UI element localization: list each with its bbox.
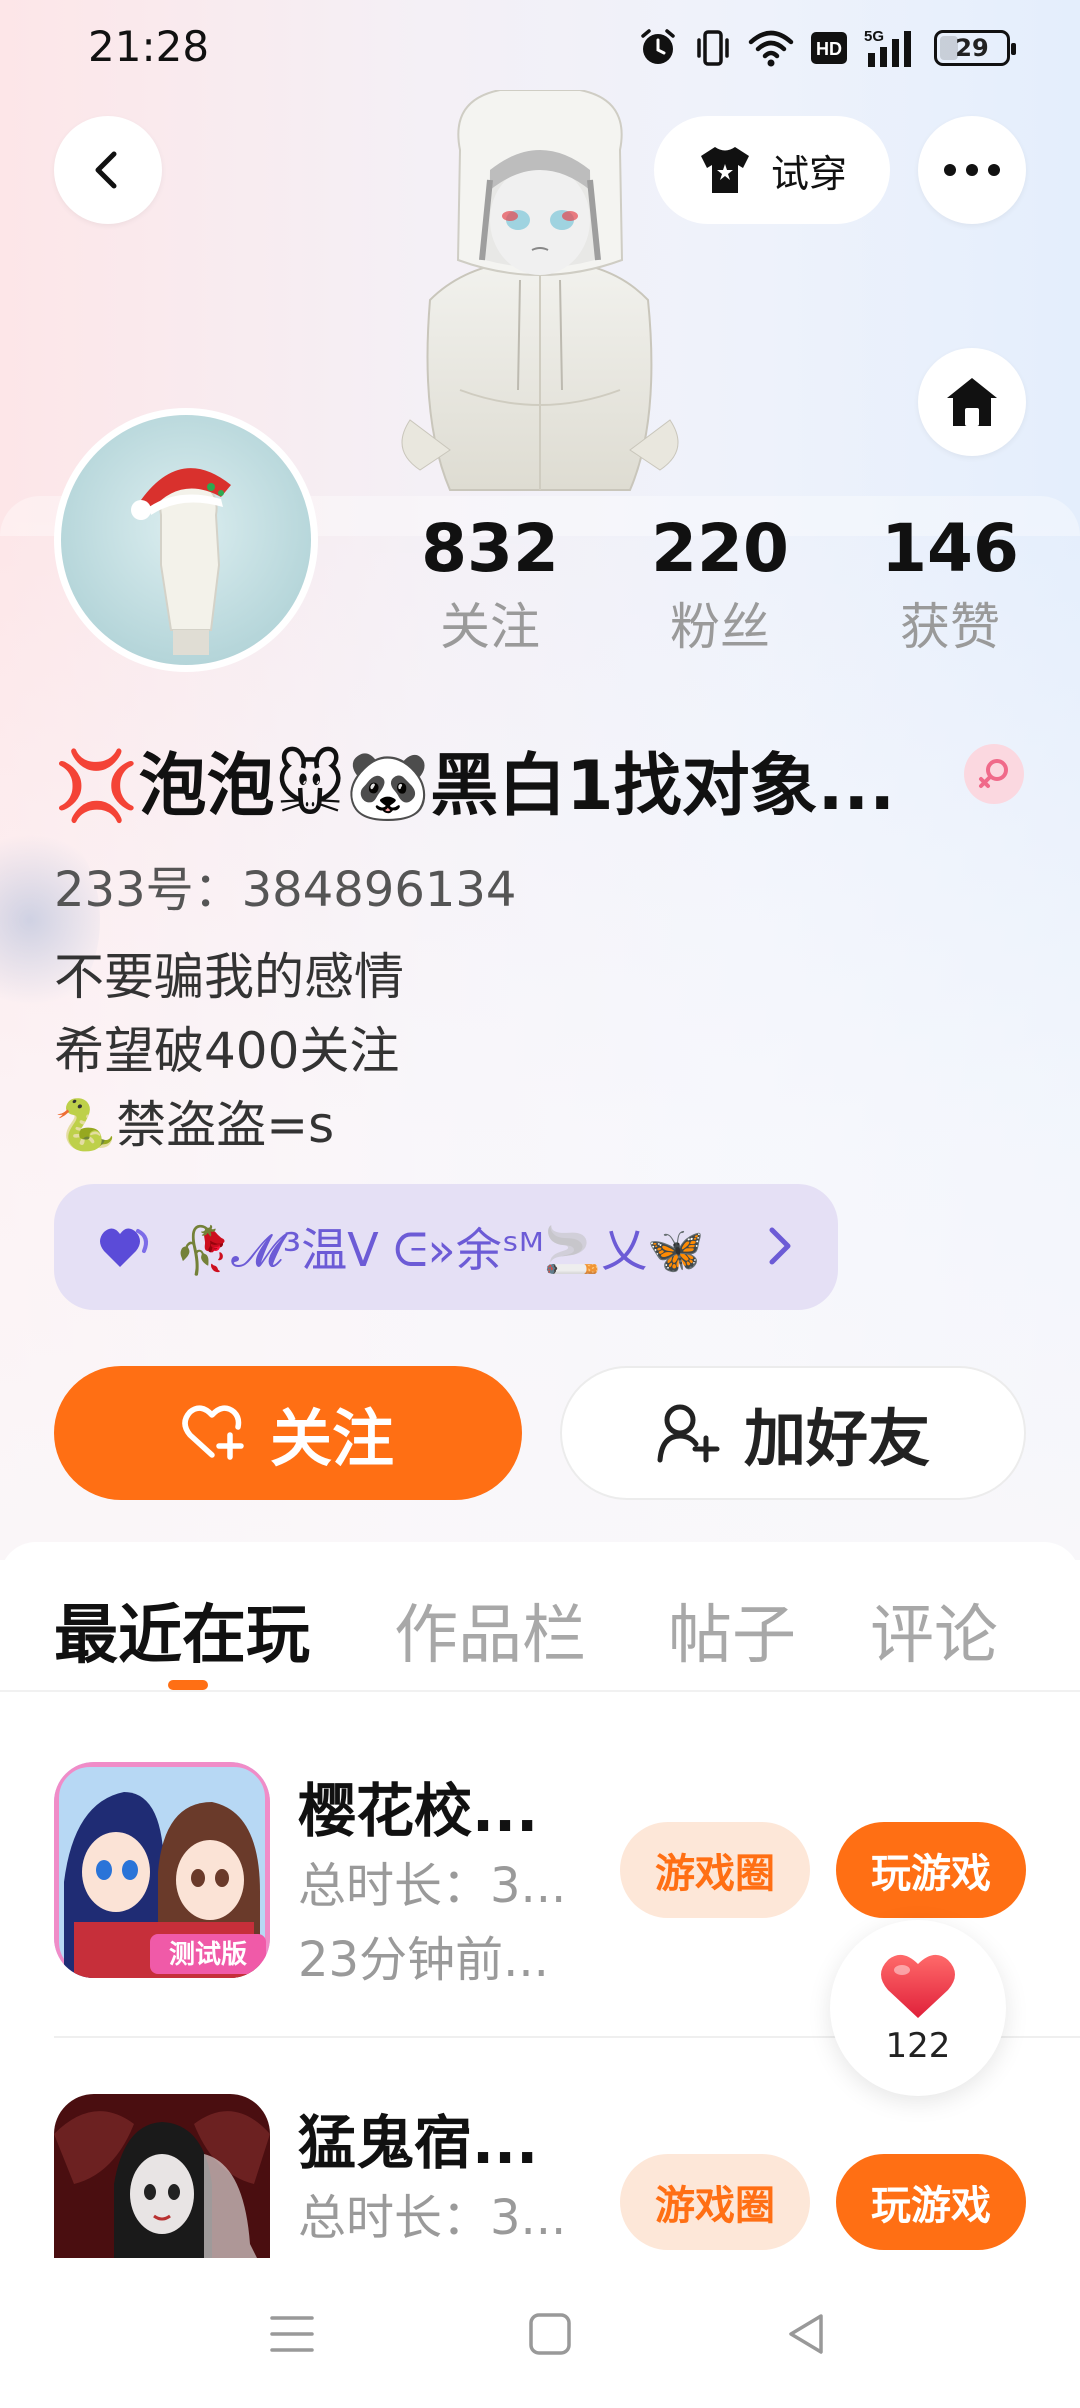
stat-fans[interactable]: 220 粉丝 xyxy=(610,508,830,662)
add-user-icon xyxy=(657,1404,720,1463)
menu-icon[interactable] xyxy=(262,2304,322,2364)
stat-likes[interactable]: 146 获赞 xyxy=(840,508,1060,662)
female-icon xyxy=(979,759,1008,788)
stat-likes-value: 146 xyxy=(881,510,1019,587)
play-game-button[interactable]: 玩游戏 xyxy=(836,2154,1026,2250)
add-friend-button[interactable]: 加好友 xyxy=(560,1366,1026,1500)
game-duration: 总时长：3... xyxy=(298,2190,567,2246)
home-icon xyxy=(947,378,997,426)
system-nav-bar xyxy=(0,2258,1080,2408)
back-button[interactable] xyxy=(54,116,162,224)
heart-icon xyxy=(100,1228,148,1267)
avatar-figure-icon xyxy=(131,468,231,655)
stat-fans-label: 粉丝 xyxy=(670,598,770,656)
more-button[interactable] xyxy=(918,116,1026,224)
stat-likes-label: 获赞 xyxy=(900,598,1000,656)
relationship-tag[interactable]: 🥀𝓜³温ᐯ ᕮ»余ˢᴹ🚬乂🦋 xyxy=(54,1184,838,1310)
status-icons: HD 5G 29 xyxy=(638,26,1016,70)
game-title[interactable]: 猛鬼宿... xyxy=(298,2096,538,2180)
follow-label: 关注 xyxy=(269,1402,394,1475)
try-on-button[interactable]: 试穿 xyxy=(654,116,890,224)
back-arrow-icon xyxy=(95,151,117,189)
avatar-image xyxy=(61,415,311,665)
alarm-icon xyxy=(638,28,678,68)
tab-recent[interactable]: 最近在玩 xyxy=(54,1584,310,1676)
tshirt-icon xyxy=(700,147,749,193)
game-icon-haunted-dorm[interactable] xyxy=(54,2094,270,2284)
game-icon-badge: 测试版 xyxy=(169,1940,247,1970)
chevron-right-icon xyxy=(766,1222,794,1281)
hd-icon: HD xyxy=(810,30,848,66)
try-on-label: 试穿 xyxy=(770,151,847,196)
relationship-tag-text: 🥀𝓜³温ᐯ ᕮ»余ˢᴹ🚬乂🦋 xyxy=(174,1223,705,1277)
vibrate-icon xyxy=(694,28,732,68)
avatar[interactable] xyxy=(54,408,318,672)
stat-following-label: 关注 xyxy=(440,598,540,656)
wifi-icon xyxy=(748,28,794,68)
tab-posts[interactable]: 帖子 xyxy=(668,1584,796,1676)
play-game-button[interactable]: 玩游戏 xyxy=(836,1822,1026,1918)
bio-line: 🐍禁盗盗=s xyxy=(54,1096,335,1154)
home-nav-icon[interactable] xyxy=(520,2304,580,2364)
game-icon-sakura[interactable]: 测试版 xyxy=(54,1762,270,1978)
stat-following-value: 832 xyxy=(421,510,559,587)
tab-indicator xyxy=(168,1680,208,1690)
heart-icon xyxy=(881,1954,955,2018)
follow-button[interactable]: 关注 xyxy=(54,1366,522,1500)
game-title[interactable]: 樱花校... xyxy=(298,1764,538,1848)
more-dots-icon xyxy=(944,164,1000,176)
like-float-button[interactable]: 122 xyxy=(830,1920,1006,2096)
game-circle-button[interactable]: 游戏圈 xyxy=(620,1822,810,1918)
profile-stats: 832 关注 220 粉丝 146 获赞 xyxy=(380,508,1060,678)
tabs-divider xyxy=(0,1690,1080,1692)
profile-nickname: 💢泡泡🐭🐼黑白1找对象... xyxy=(54,747,896,826)
game-circle-button[interactable]: 游戏圈 xyxy=(620,2154,810,2250)
bio-line: 希望破400关注 xyxy=(54,1022,400,1080)
svg-text:HD: HD xyxy=(816,39,842,59)
game-last-played: 23分钟前... xyxy=(298,1932,549,1988)
user-id: 233号：384896134 xyxy=(54,862,517,918)
status-bar: 21:28 HD 5G 29 xyxy=(0,0,1080,96)
home-button[interactable] xyxy=(918,348,1026,456)
game-duration: 总时长：3... xyxy=(298,1858,567,1914)
stat-following[interactable]: 832 关注 xyxy=(380,508,600,662)
stat-fans-value: 220 xyxy=(651,510,789,587)
battery-icon: 29 xyxy=(934,30,1016,66)
status-time: 21:28 xyxy=(88,22,210,71)
like-count: 122 xyxy=(885,2026,951,2066)
bio: 不要骗我的感情 希望破400关注 🐍禁盗盗=s xyxy=(54,940,404,1162)
bio-line: 不要骗我的感情 xyxy=(54,948,404,1006)
back-nav-icon[interactable] xyxy=(776,2304,836,2364)
profile-tabs: 最近在玩 作品栏 帖子 评论 xyxy=(0,1570,1080,1690)
battery-level: 29 xyxy=(955,34,989,62)
add-friend-label: 加好友 xyxy=(743,1402,930,1475)
heart-plus-icon xyxy=(182,1405,244,1460)
tab-comments[interactable]: 评论 xyxy=(870,1584,998,1676)
avatar-3d-figure xyxy=(401,90,679,491)
svg-text:5G: 5G xyxy=(864,28,884,45)
tab-works[interactable]: 作品栏 xyxy=(394,1584,586,1676)
signal-icon: 5G xyxy=(864,27,918,69)
gender-badge xyxy=(964,744,1024,804)
